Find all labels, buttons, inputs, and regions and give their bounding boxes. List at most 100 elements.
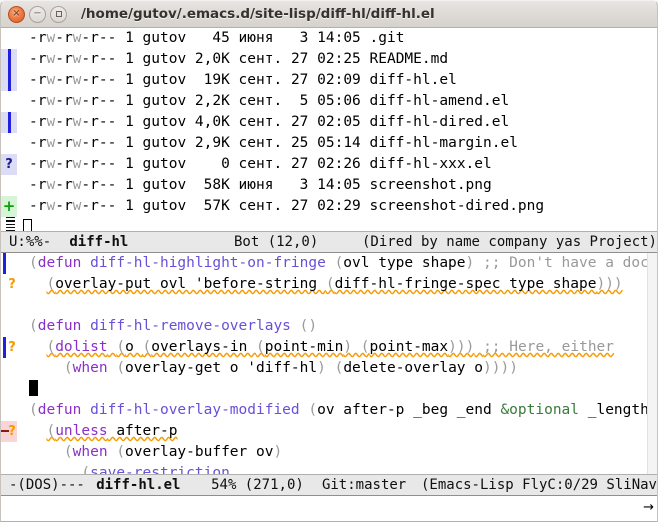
fringe-empty [1,463,17,474]
fringe-empty [1,295,17,316]
dired-row[interactable]: -rw-rw-r-- 1 gutov 4,0K сент. 27 02:05 d… [1,112,657,133]
fringe-change-indicator [1,49,17,70]
code-token-plain: ov after-p _beg _end [317,401,501,418]
eob-dashes-icon [1,217,17,231]
modeline-dired[interactable]: U:%%- diff-hl Bot (12,0) (Dired by name … [1,230,657,253]
fringe-empty [1,379,17,400]
minimize-icon: − [33,8,42,19]
window-controls: × − [8,5,67,23]
dired-file-name[interactable]: diff-hl-xxx.el [370,156,492,172]
code-token-kw: when [72,443,108,460]
code-line-text: (when (overlay-get o 'diff-hl) (delete-o… [29,358,657,379]
code-token-paren: ( [334,254,344,271]
dired-row[interactable]: -rw-rw-r-- 1 gutov 58K июня 3 14:05 scre… [1,175,657,196]
dired-file-name[interactable]: README.md [370,51,449,67]
modeline-code-buffer: diff-hl.el [96,477,181,494]
dired-file-name[interactable]: diff-hl-amend.el [370,93,510,109]
code-line[interactable]: (when (overlay-get o 'diff-hl) (delete-o… [1,358,657,379]
code-window[interactable]: (defun diff-hl-highlight-on-fringe (ovl … [1,252,657,475]
fringe-empty [1,175,17,196]
code-line-text: (when (overlay-buffer ov) [29,442,657,463]
close-button[interactable]: × [8,5,25,23]
dired-row[interactable]: + -rw-rw-r-- 1 gutov 57K сент. 27 02:29 s… [1,196,657,217]
dired-permissions: -rw-rw-r-- [29,135,117,151]
dired-row-text: -rw-rw-r-- 1 gutov 58K июня 3 14:05 scre… [29,175,657,196]
flycheck-warning-icon: ? [8,339,16,355]
code-token-fname: diff-hl-overlay-modified [90,401,300,418]
change-bar-icon [3,252,6,274]
dired-row-fields: 1 gutov 2,9K сент. 25 05:14 [116,135,370,151]
code-token-paren: ( [29,254,38,271]
modeline-code[interactable]: -(DOS)--- diff-hl.el 54% (271,0) Git:mas… [1,474,657,497]
code-token-paren: ))) [448,338,475,355]
dired-row[interactable]: -rw-rw-r-- 1 gutov 2,0K сент. 27 02:25 R… [1,49,657,70]
code-token-paren: ) ( [317,359,344,376]
code-indent [17,379,29,400]
dired-file-name[interactable]: .git [370,30,405,46]
emacs-window: × − /home/gutov/.emacs.d/site-lisp/diff-… [0,0,658,522]
code-line-text: (overlay-put ovl 'before-string (diff-hl… [29,274,657,295]
dired-cursor [23,219,32,231]
dired-row-text: -rw-rw-r-- 1 gutov 57K сент. 27 02:29 sc… [29,196,657,217]
dired-file-name[interactable]: diff-hl-dired.el [370,114,510,130]
dired-indent [17,49,29,70]
end-of-buffer-marker [1,217,657,231]
minimize-button[interactable]: − [29,5,46,23]
dired-permissions: -rw-rw-r-- [29,156,117,172]
echo-area[interactable]: → [1,496,657,521]
dired-file-name[interactable]: screenshot.png [370,177,492,193]
code-line[interactable]: ? (overlay-put ovl 'before-string (diff-… [1,274,657,295]
dired-row-text: -rw-rw-r-- 1 gutov 45 июня 3 14:05 .git [29,28,657,49]
dired-file-name[interactable]: diff-hl.el [370,72,457,88]
code-token-paren: ( [29,317,38,334]
fringe-change-indicator [1,112,17,133]
dired-row[interactable]: -rw-rw-r-- 1 gutov 2,2K сент. 5 05:06 di… [1,91,657,112]
code-token-paren: ( [81,464,91,475]
code-token-paren: ( [116,359,126,376]
flycheck-warning-icon: ? [8,423,16,439]
dired-row[interactable]: -rw-rw-r-- 1 gutov 19K сент. 27 02:09 di… [1,70,657,91]
dired-row-text: -rw-rw-r-- 1 gutov 2,9K сент. 25 05:14 d… [29,133,657,154]
dired-row[interactable]: ? -rw-rw-r-- 1 gutov 0 сент. 27 02:26 dif… [1,154,657,175]
dired-file-name[interactable]: screenshot-dired.png [370,198,545,214]
dired-indent [17,91,29,112]
code-line[interactable] [1,379,657,400]
change-bar-icon [7,70,11,91]
code-line-text [29,295,657,316]
text-cursor [29,379,38,396]
dired-row[interactable]: -rw-rw-r-- 1 gutov 2,9K сент. 25 05:14 d… [1,133,657,154]
code-line[interactable]: ? (unless after-p [1,420,657,442]
dired-window[interactable]: -rw-rw-r-- 1 gutov 45 июня 3 14:05 .git -… [1,28,657,231]
dired-row-fields: 1 gutov 0 сент. 27 02:26 [116,156,370,172]
code-line[interactable] [1,295,657,316]
code-token-paren: ( [29,401,38,418]
dired-file-name[interactable]: diff-hl-margin.el [370,135,518,151]
code-line[interactable]: (when (overlay-buffer ov) [1,442,657,463]
dired-row-text: -rw-rw-r-- 1 gutov 2,0K сент. 27 02:25 R… [29,49,657,70]
code-line[interactable]: ? (dolist (o (overlays-in (point-min) (p… [1,336,657,358]
code-line-text [29,379,657,400]
dired-row-fields: 1 gutov 58K июня 3 14:05 [116,177,370,193]
code-token-paren: ))) [596,275,623,292]
code-token-cmt: ;; Here, either [483,338,615,355]
change-bar-icon [3,336,6,358]
code-line[interactable]: (save-restriction [1,463,657,474]
code-token-paren: ( [325,275,335,292]
code-token-kw: defun [37,401,82,418]
dired-permissions: -rw-rw-r-- [29,177,117,193]
code-line[interactable]: (defun diff-hl-overlay-modified (ov afte… [1,400,657,421]
maximize-icon [55,11,62,17]
maximize-button[interactable] [50,5,67,23]
window-titlebar: × − /home/gutov/.emacs.d/site-lisp/diff-… [0,0,658,28]
code-line[interactable]: (defun diff-hl-highlight-on-fringe (ovl … [1,252,657,274]
code-token-paren: ( [63,443,73,460]
code-line[interactable]: (defun diff-hl-remove-overlays () [1,316,657,337]
code-token-paren: ( [116,443,126,460]
dired-indent [17,70,29,91]
dired-row[interactable]: -rw-rw-r-- 1 gutov 45 июня 3 14:05 .git [1,28,657,49]
